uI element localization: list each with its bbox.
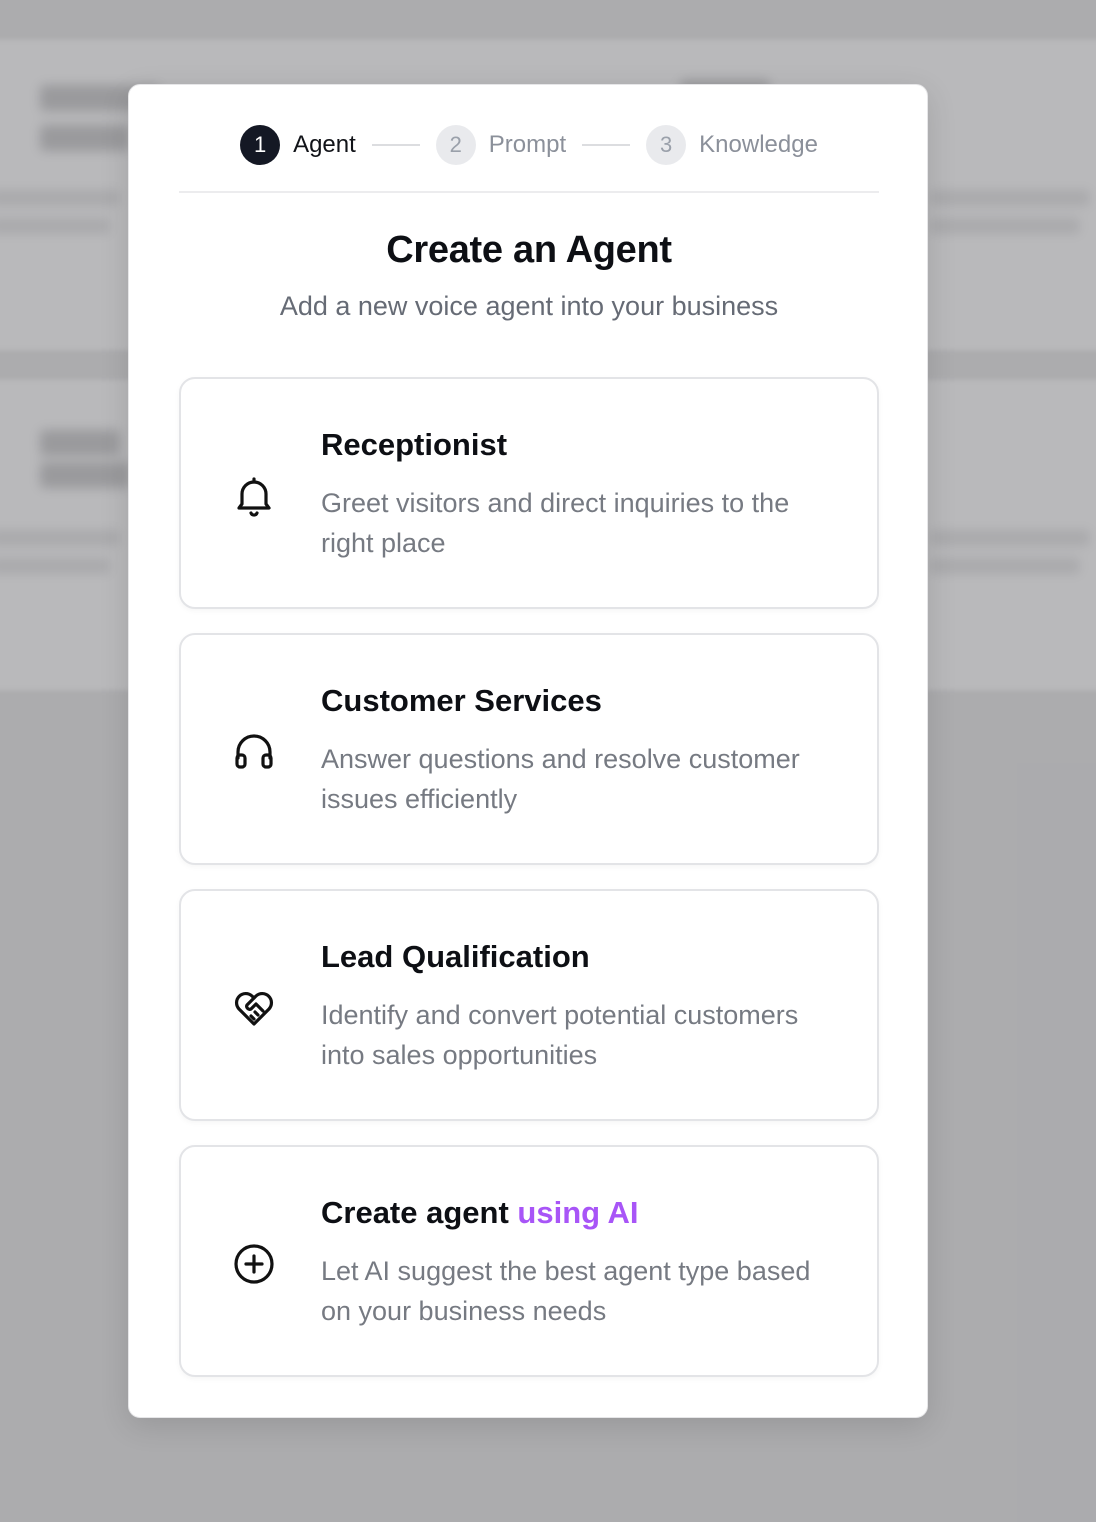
step-connector — [582, 144, 631, 146]
option-title: Lead Qualification — [321, 939, 590, 974]
option-description: Answer questions and resolve customer is… — [321, 744, 800, 814]
plus-circle-icon — [227, 1237, 281, 1291]
option-title: Customer Services — [321, 683, 602, 718]
option-customer-services[interactable]: Customer Services Answer questions and r… — [179, 633, 879, 865]
step-label: Prompt — [488, 131, 567, 158]
step-number: 3 — [646, 125, 687, 165]
step-prompt[interactable]: 2 Prompt — [435, 125, 567, 165]
option-description: Identify and convert potential customers… — [321, 1000, 799, 1070]
handshake-heart-icon — [227, 981, 281, 1035]
option-description: Greet visitors and direct inquiries to t… — [321, 488, 790, 558]
step-number: 1 — [240, 125, 281, 165]
step-number: 2 — [435, 125, 476, 165]
bell-icon — [227, 469, 281, 523]
dialog-title: Create an Agent — [386, 229, 672, 271]
option-title: Create agent using AI — [321, 1195, 639, 1231]
create-agent-dialog: 1 Agent 2 Prompt 3 Knowledge Create an A… — [128, 84, 928, 1418]
step-label: Knowledge — [699, 131, 818, 158]
step-label: Agent — [293, 131, 356, 158]
option-create-with-ai[interactable]: Create agent using AI Let AI suggest the… — [179, 1145, 879, 1377]
dialog-subtitle: Add a new voice agent into your business — [279, 291, 779, 321]
stepper: 1 Agent 2 Prompt 3 Knowledge — [179, 125, 879, 193]
headphones-icon — [227, 725, 281, 779]
option-title: Receptionist — [321, 427, 508, 462]
step-knowledge[interactable]: 3 Knowledge — [646, 125, 818, 165]
step-connector — [371, 144, 420, 146]
option-title-accent: using AI — [517, 1195, 639, 1230]
option-lead-qualification[interactable]: Lead Qualification Identify and convert … — [179, 889, 879, 1121]
option-receptionist[interactable]: Receptionist Greet visitors and direct i… — [179, 377, 879, 609]
option-title-prefix: Create agent — [321, 1195, 518, 1230]
step-agent[interactable]: 1 Agent — [240, 125, 356, 165]
option-description: Let AI suggest the best agent type based… — [321, 1256, 811, 1326]
